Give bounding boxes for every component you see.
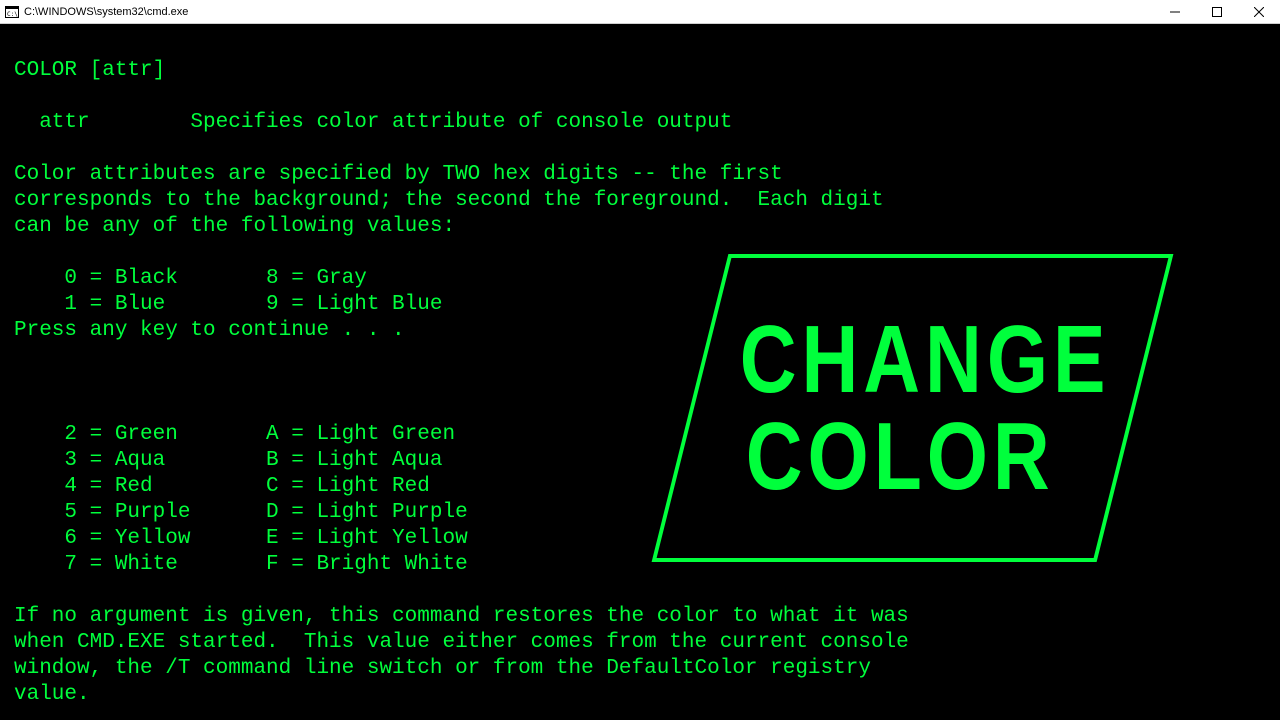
- terminal-line: 5 = Purple D = Light Purple: [14, 500, 1270, 526]
- terminal-line: [14, 136, 1270, 162]
- cmd-icon: C:\: [4, 4, 20, 20]
- terminal-line: Press any key to continue . . .: [14, 318, 1270, 344]
- terminal-line: Color attributes are specified by TWO he…: [14, 162, 1270, 188]
- terminal-line: window, the /T command line switch or fr…: [14, 656, 1270, 682]
- terminal-line: [14, 32, 1270, 58]
- terminal-line: attr Specifies color attribute of consol…: [14, 110, 1270, 136]
- terminal-output[interactable]: COLOR [attr] attr Specifies color attrib…: [0, 24, 1280, 720]
- terminal-line: If no argument is given, this command re…: [14, 604, 1270, 630]
- terminal-line: [14, 578, 1270, 604]
- terminal-line: [14, 396, 1270, 422]
- svg-text:C:\: C:\: [7, 11, 18, 18]
- maximize-button[interactable]: [1196, 0, 1238, 24]
- terminal-line: [14, 344, 1270, 370]
- terminal-line: 2 = Green A = Light Green: [14, 422, 1270, 448]
- terminal-line: 4 = Red C = Light Red: [14, 474, 1270, 500]
- terminal-line: 1 = Blue 9 = Light Blue: [14, 292, 1270, 318]
- terminal-line: value.: [14, 682, 1270, 708]
- minimize-button[interactable]: [1154, 0, 1196, 24]
- close-button[interactable]: [1238, 0, 1280, 24]
- window-title: C:\WINDOWS\system32\cmd.exe: [24, 6, 188, 18]
- terminal-line: when CMD.EXE started. This value either …: [14, 630, 1270, 656]
- terminal-line: [14, 240, 1270, 266]
- terminal-line: [14, 84, 1270, 110]
- terminal-line: 3 = Aqua B = Light Aqua: [14, 448, 1270, 474]
- terminal-line: 0 = Black 8 = Gray: [14, 266, 1270, 292]
- terminal-line: COLOR [attr]: [14, 58, 1270, 84]
- terminal-line: 6 = Yellow E = Light Yellow: [14, 526, 1270, 552]
- terminal-line: corresponds to the background; the secon…: [14, 188, 1270, 214]
- terminal-line: can be any of the following values:: [14, 214, 1270, 240]
- terminal-line: [14, 370, 1270, 396]
- window-titlebar: C:\ C:\WINDOWS\system32\cmd.exe: [0, 0, 1280, 24]
- terminal-line: 7 = White F = Bright White: [14, 552, 1270, 578]
